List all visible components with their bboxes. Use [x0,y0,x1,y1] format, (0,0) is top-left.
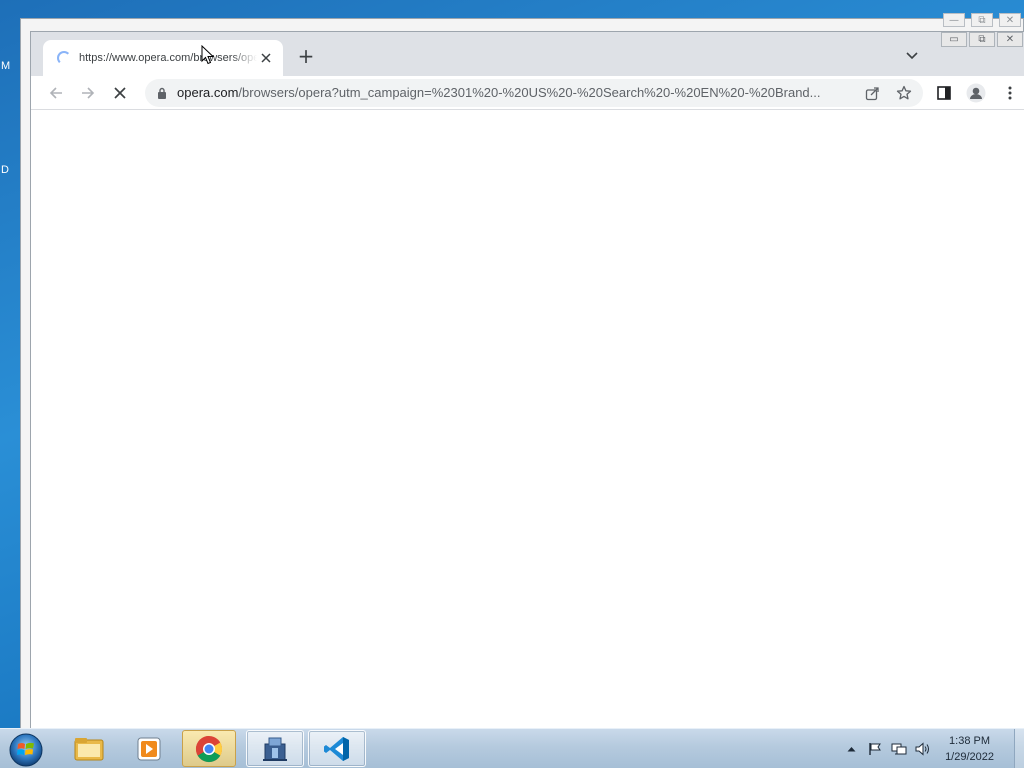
loading-spinner-icon [57,51,71,65]
close-button[interactable]: ✕ [997,32,1023,47]
background-window-controls: — ⧉ ✕ [943,13,1021,27]
tab-title: https://www.opera.com/browsers/opera [79,52,257,64]
taskbar-installer[interactable] [246,730,304,767]
profile-avatar-icon[interactable] [965,82,987,104]
taskbar: 1:38 PM 1/29/2022 [0,728,1024,768]
desktop-label: M [1,60,11,72]
restore-button[interactable]: ⧉ [969,32,995,47]
taskbar-vscode[interactable] [308,730,366,767]
taskbar-media-player[interactable] [120,730,178,767]
installer-icon [263,737,287,761]
chrome-icon [195,735,223,762]
url-path: /browsers/opera?utm_campaign=%2301%20-%2… [238,85,821,100]
action-center-flag-icon[interactable] [867,741,883,757]
show-desktop-button[interactable] [1014,729,1024,768]
tab-close-icon[interactable] [257,49,275,67]
show-hidden-icons-icon[interactable] [843,741,859,757]
browser-toolbar: opera.com/browsers/opera?utm_campaign=%2… [31,76,1024,110]
window-controls: ▭ ⧉ ✕ [941,32,1023,47]
vscode-icon [324,736,349,761]
menu-kebab-icon[interactable] [999,82,1021,104]
folder-icon [74,737,104,760]
back-arrow-icon[interactable] [45,82,67,104]
stop-loading-icon[interactable] [109,82,131,104]
volume-icon[interactable] [915,741,931,757]
background-close-button[interactable]: ✕ [999,13,1021,27]
new-tab-button[interactable]: + [295,45,317,67]
background-restore-button[interactable]: ⧉ [971,13,993,27]
side-panel-icon[interactable] [933,82,955,104]
desktop-label: D [1,164,9,176]
address-bar[interactable]: opera.com/browsers/opera?utm_campaign=%2… [145,79,923,107]
system-tray: 1:38 PM 1/29/2022 [835,729,1024,768]
forward-arrow-icon[interactable] [77,82,99,104]
minimize-button[interactable]: ▭ [941,32,967,47]
page-content[interactable] [31,111,1024,729]
clock-time: 1:38 PM [949,735,991,747]
url-host: opera.com [177,85,239,100]
start-button[interactable] [6,731,46,767]
tab-search-chevron-icon[interactable] [903,46,921,64]
lock-icon[interactable] [157,87,167,99]
taskbar-chrome[interactable] [182,730,236,767]
media-player-icon [137,737,161,760]
background-minimize-button[interactable]: — [943,13,965,27]
taskbar-explorer[interactable] [60,730,118,767]
tab-strip: https://www.opera.com/browsers/opera + ▭… [31,32,1024,76]
browser-tab[interactable]: https://www.opera.com/browsers/opera [43,40,283,76]
taskbar-clock[interactable]: 1:38 PM 1/29/2022 [945,733,994,765]
clock-date: 1/29/2022 [945,751,994,763]
mouse-cursor-icon [201,45,215,65]
share-icon[interactable] [863,84,881,102]
network-icon[interactable] [891,741,907,757]
windows-logo-icon [9,733,43,767]
url-text[interactable]: opera.com/browsers/opera?utm_campaign=%2… [177,85,821,100]
bookmark-star-icon[interactable] [895,84,913,102]
browser-window: https://www.opera.com/browsers/opera + ▭… [30,31,1024,729]
